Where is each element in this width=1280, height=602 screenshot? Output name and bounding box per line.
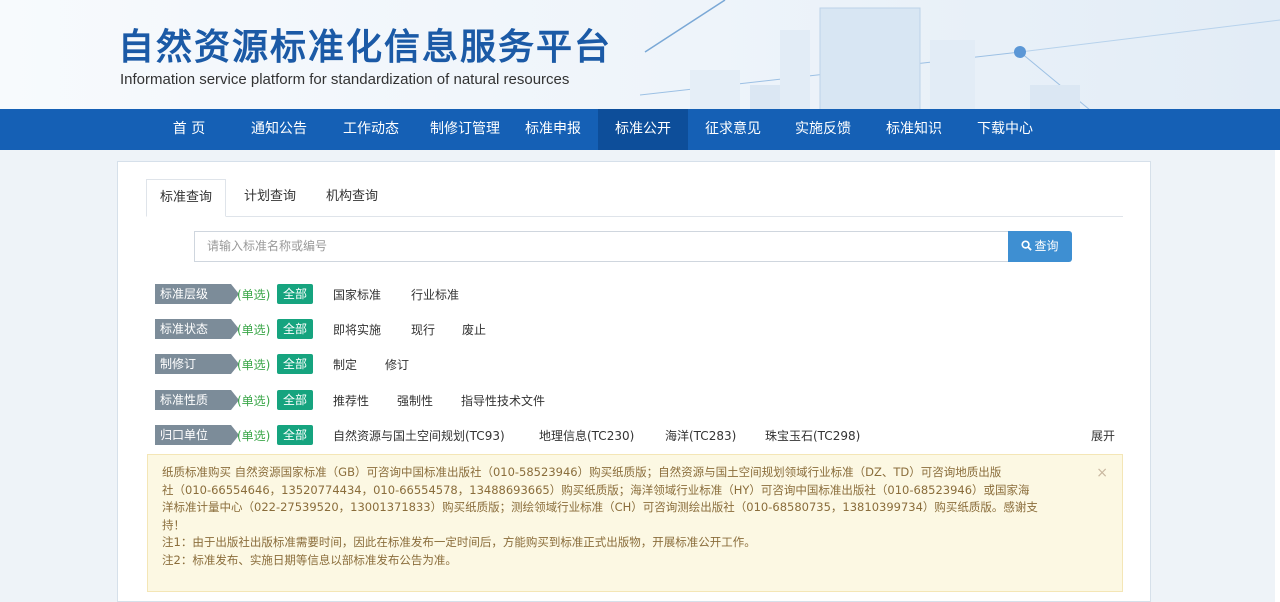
nav-item-standard-application[interactable]: 标准申报 (514, 109, 592, 150)
nav-item-solicit-opinions[interactable]: 征求意见 (694, 109, 772, 150)
filter-option[interactable]: 行业标准 (411, 286, 459, 303)
filter-label-nature: 标准性质 (155, 390, 239, 410)
filter-row-revision: 制修订 (单选) 全部 制定 修订 (155, 353, 1115, 375)
filter-hint: (单选) (237, 358, 271, 372)
expand-link[interactable]: 展开 (1091, 427, 1115, 444)
notice-line: 社（010-66554646，13520774434，010-66554578，… (162, 482, 1030, 497)
filter-all-button[interactable]: 全部 (277, 354, 313, 374)
filter-option[interactable]: 修订 (385, 356, 409, 373)
search-button[interactable]: 查询 (1008, 231, 1072, 262)
filter-option[interactable]: 现行 (411, 321, 435, 338)
notice-line: 纸质标准购买 自然资源国家标准（GB）可咨询中国标准出版社（010-585239… (162, 465, 1002, 479)
filter-all-button[interactable]: 全部 (277, 284, 313, 304)
skyline-illustration (640, 0, 1280, 110)
filter-label-level: 标准层级 (155, 284, 239, 304)
filter-row-nature: 标准性质 (单选) 全部 推荐性 强制性 指导性技术文件 (155, 389, 1115, 411)
search-input[interactable]: 请输入标准名称或编号 (194, 231, 1009, 262)
notice-note-1: 注1：由于出版社出版标准需要时间，因此在标准发布一定时间后，方能购买到标准正式出… (162, 535, 756, 549)
filter-hint: (单选) (237, 288, 271, 302)
close-icon[interactable]: × (1096, 465, 1108, 483)
filter-row-status: 标准状态 (单选) 全部 即将实施 现行 废止 (155, 318, 1115, 340)
filter-hint: (单选) (237, 429, 271, 443)
nav-item-home[interactable]: 首 页 (158, 109, 220, 150)
filter-option[interactable]: 自然资源与国土空间规划(TC93) (333, 427, 505, 444)
main-content: 标准查询 计划查询 机构查询 请输入标准名称或编号 查询 标准层级 (单选) 全… (117, 161, 1151, 602)
nav-item-standard-knowledge[interactable]: 标准知识 (875, 109, 953, 150)
filter-option[interactable]: 强制性 (397, 392, 433, 409)
filter-all-button[interactable]: 全部 (277, 425, 313, 445)
tab-standard-query[interactable]: 标准查询 (146, 179, 226, 217)
search-icon (1021, 240, 1033, 251)
filter-option[interactable]: 废止 (462, 321, 486, 338)
filter-label-revision: 制修订 (155, 354, 239, 374)
purchase-notice: × 纸质标准购买 自然资源国家标准（GB）可咨询中国标准出版社（010-5852… (147, 454, 1123, 592)
filter-label-unit: 归口单位 (155, 425, 239, 445)
filter-hint: (单选) (237, 394, 271, 408)
filter-hint: (单选) (237, 323, 271, 337)
filter-all-button[interactable]: 全部 (277, 390, 313, 410)
site-title: 自然资源标准化信息服务平台 (118, 27, 613, 68)
query-tabs: 标准查询 计划查询 机构查询 (146, 179, 1123, 217)
filter-option[interactable]: 海洋(TC283) (665, 427, 736, 444)
filter-option[interactable]: 国家标准 (333, 286, 381, 303)
site-subtitle: Information service platform for standar… (120, 71, 570, 88)
nav-item-revision-management[interactable]: 制修订管理 (420, 109, 510, 150)
filter-option[interactable]: 即将实施 (333, 321, 381, 338)
nav-item-implementation-feedback[interactable]: 实施反馈 (784, 109, 862, 150)
filter-option[interactable]: 制定 (333, 356, 357, 373)
filter-label-status: 标准状态 (155, 319, 239, 339)
filter-option[interactable]: 地理信息(TC230) (539, 427, 634, 444)
tab-plan-query[interactable]: 计划查询 (230, 179, 310, 217)
filter-row-unit: 归口单位 (单选) 全部 自然资源与国土空间规划(TC93) 地理信息(TC23… (155, 424, 1115, 446)
search-button-label: 查询 (1034, 239, 1059, 253)
nav-item-standard-disclosure[interactable]: 标准公开 (598, 109, 688, 150)
notice-line: 洋标准计量中心（022-27539520，13001371833）购买纸质版；测… (162, 500, 1038, 514)
filter-all-button[interactable]: 全部 (277, 319, 313, 339)
filter-option[interactable]: 珠宝玉石(TC298) (765, 427, 860, 444)
notice-note-2: 注2：标准发布、实施日期等信息以部标准发布公告为准。 (162, 552, 457, 567)
filter-option[interactable]: 指导性技术文件 (461, 392, 545, 409)
filter-option[interactable]: 推荐性 (333, 392, 369, 409)
notice-line: 持！ (162, 517, 185, 532)
page-edge (1275, 150, 1280, 602)
main-nav: 首 页 通知公告 工作动态 制修订管理 标准申报 标准公开 征求意见 实施反馈 … (0, 109, 1280, 150)
nav-item-notices[interactable]: 通知公告 (240, 109, 318, 150)
tab-organization-query[interactable]: 机构查询 (312, 179, 392, 217)
filter-row-level: 标准层级 (单选) 全部 国家标准 行业标准 (155, 283, 1115, 305)
nav-item-work-news[interactable]: 工作动态 (332, 109, 410, 150)
site-header: 自然资源标准化信息服务平台 Information service platfo… (0, 0, 1280, 110)
nav-item-download-center[interactable]: 下载中心 (966, 109, 1044, 150)
